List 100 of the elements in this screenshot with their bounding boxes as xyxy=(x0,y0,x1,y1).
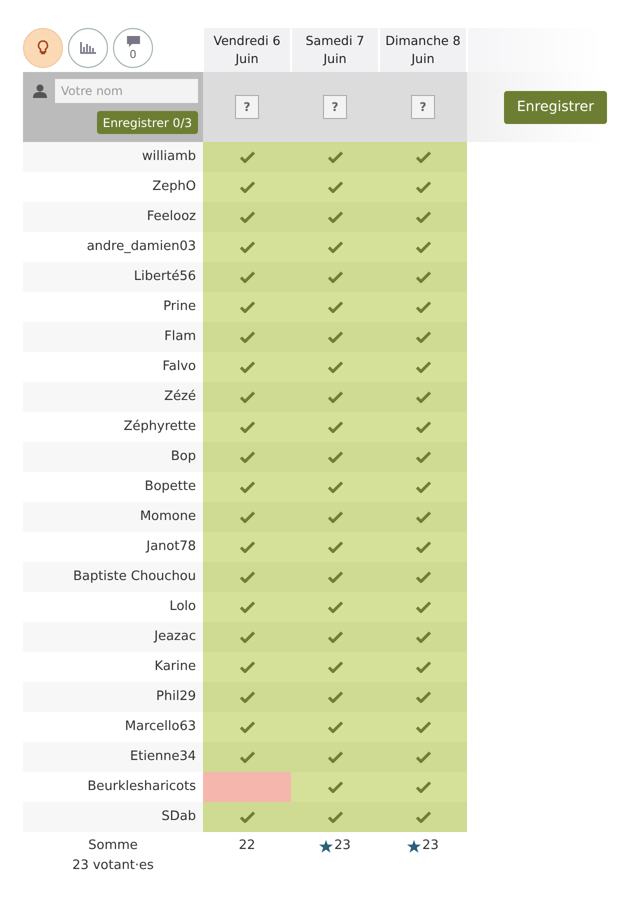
check-icon xyxy=(240,271,254,283)
check-icon xyxy=(416,271,430,283)
check-icon xyxy=(240,721,254,733)
check-icon xyxy=(328,361,342,373)
check-icon xyxy=(240,511,254,523)
check-icon xyxy=(416,811,430,823)
check-icon xyxy=(328,511,342,523)
sum-label: Somme xyxy=(87,837,139,855)
check-icon xyxy=(328,631,342,643)
check-icon xyxy=(328,601,342,613)
check-icon xyxy=(240,571,254,583)
participant-name: Momone xyxy=(23,502,203,532)
check-icon xyxy=(328,661,342,673)
check-icon xyxy=(416,451,430,463)
date-day: Samedi 7 xyxy=(306,32,364,50)
check-icon xyxy=(240,811,254,823)
check-icon xyxy=(240,631,254,643)
check-icon xyxy=(328,151,342,163)
check-icon xyxy=(240,661,254,673)
bulb-toggle[interactable] xyxy=(23,28,63,68)
check-icon xyxy=(328,571,342,583)
vote-total: 23 xyxy=(334,837,351,855)
date-month: Juin xyxy=(323,50,346,68)
participant-name: Zézé xyxy=(23,382,203,412)
check-icon xyxy=(240,151,254,163)
chart-toggle[interactable] xyxy=(68,28,108,68)
check-icon xyxy=(328,541,342,553)
check-icon xyxy=(240,421,254,433)
check-icon xyxy=(416,301,430,313)
vote-total: 22 xyxy=(238,837,256,855)
choice-toggle[interactable]: ? xyxy=(323,95,347,119)
check-icon xyxy=(416,241,430,253)
participant-name: Flam xyxy=(23,322,203,352)
participant-name: williamb xyxy=(23,142,203,172)
check-icon xyxy=(416,751,430,763)
check-icon xyxy=(328,331,342,343)
check-icon xyxy=(416,631,430,643)
participant-name: Bop xyxy=(23,442,203,472)
check-icon xyxy=(416,511,430,523)
choice-toggle[interactable]: ? xyxy=(411,95,435,119)
check-icon xyxy=(240,601,254,613)
participant-name: Phil29 xyxy=(23,682,203,712)
check-icon xyxy=(328,271,342,283)
check-icon xyxy=(416,211,430,223)
check-icon xyxy=(328,211,342,223)
check-icon xyxy=(328,481,342,493)
lightbulb-icon xyxy=(37,40,49,56)
choice-toggle[interactable]: ? xyxy=(235,95,259,119)
check-icon xyxy=(328,691,342,703)
check-icon xyxy=(240,181,254,193)
bar-chart-icon xyxy=(80,42,96,54)
check-icon xyxy=(328,391,342,403)
check-icon xyxy=(328,301,342,313)
participant-name: Jeazac xyxy=(23,622,203,652)
participant-name: SDab xyxy=(23,802,203,832)
date-month: Juin xyxy=(411,50,434,68)
check-icon xyxy=(416,331,430,343)
voter-count: 23 votant·es xyxy=(71,857,155,875)
check-icon xyxy=(240,361,254,373)
date-day: Vendredi 6 xyxy=(213,32,281,50)
check-icon xyxy=(328,181,342,193)
comment-count: 0 xyxy=(130,48,136,61)
date-month: Juin xyxy=(235,50,258,68)
check-icon xyxy=(240,331,254,343)
check-icon xyxy=(328,751,342,763)
check-icon xyxy=(240,301,254,313)
check-icon xyxy=(328,421,342,433)
check-icon xyxy=(240,391,254,403)
name-input[interactable]: Votre nom xyxy=(55,79,198,103)
check-icon xyxy=(240,751,254,763)
user-icon xyxy=(33,84,47,98)
check-icon xyxy=(416,601,430,613)
check-icon xyxy=(240,211,254,223)
check-icon xyxy=(416,691,430,703)
check-icon xyxy=(240,541,254,553)
check-icon xyxy=(240,691,254,703)
check-icon xyxy=(416,361,430,373)
check-icon xyxy=(416,661,430,673)
vote-total: 23 xyxy=(422,837,439,855)
check-icon xyxy=(416,151,430,163)
check-icon xyxy=(416,721,430,733)
participant-name: Baptiste Chouchou xyxy=(23,562,203,592)
check-icon xyxy=(416,391,430,403)
participant-name: Liberté56 xyxy=(23,262,203,292)
participant-name: Feelooz xyxy=(23,202,203,232)
check-icon xyxy=(416,181,430,193)
date-day: Dimanche 8 xyxy=(385,32,461,50)
check-icon xyxy=(240,241,254,253)
check-icon xyxy=(240,451,254,463)
check-icon xyxy=(328,241,342,253)
check-icon xyxy=(328,451,342,463)
check-icon xyxy=(328,811,342,823)
check-icon xyxy=(240,481,254,493)
check-icon xyxy=(416,481,430,493)
comment-icon xyxy=(126,35,140,48)
save-button[interactable]: Enregistrer xyxy=(504,90,607,124)
check-icon xyxy=(416,571,430,583)
check-icon xyxy=(416,541,430,553)
comment-toggle[interactable]: 0 xyxy=(113,28,153,68)
save-small-button[interactable]: Enregistrer 0/3 xyxy=(96,111,198,134)
